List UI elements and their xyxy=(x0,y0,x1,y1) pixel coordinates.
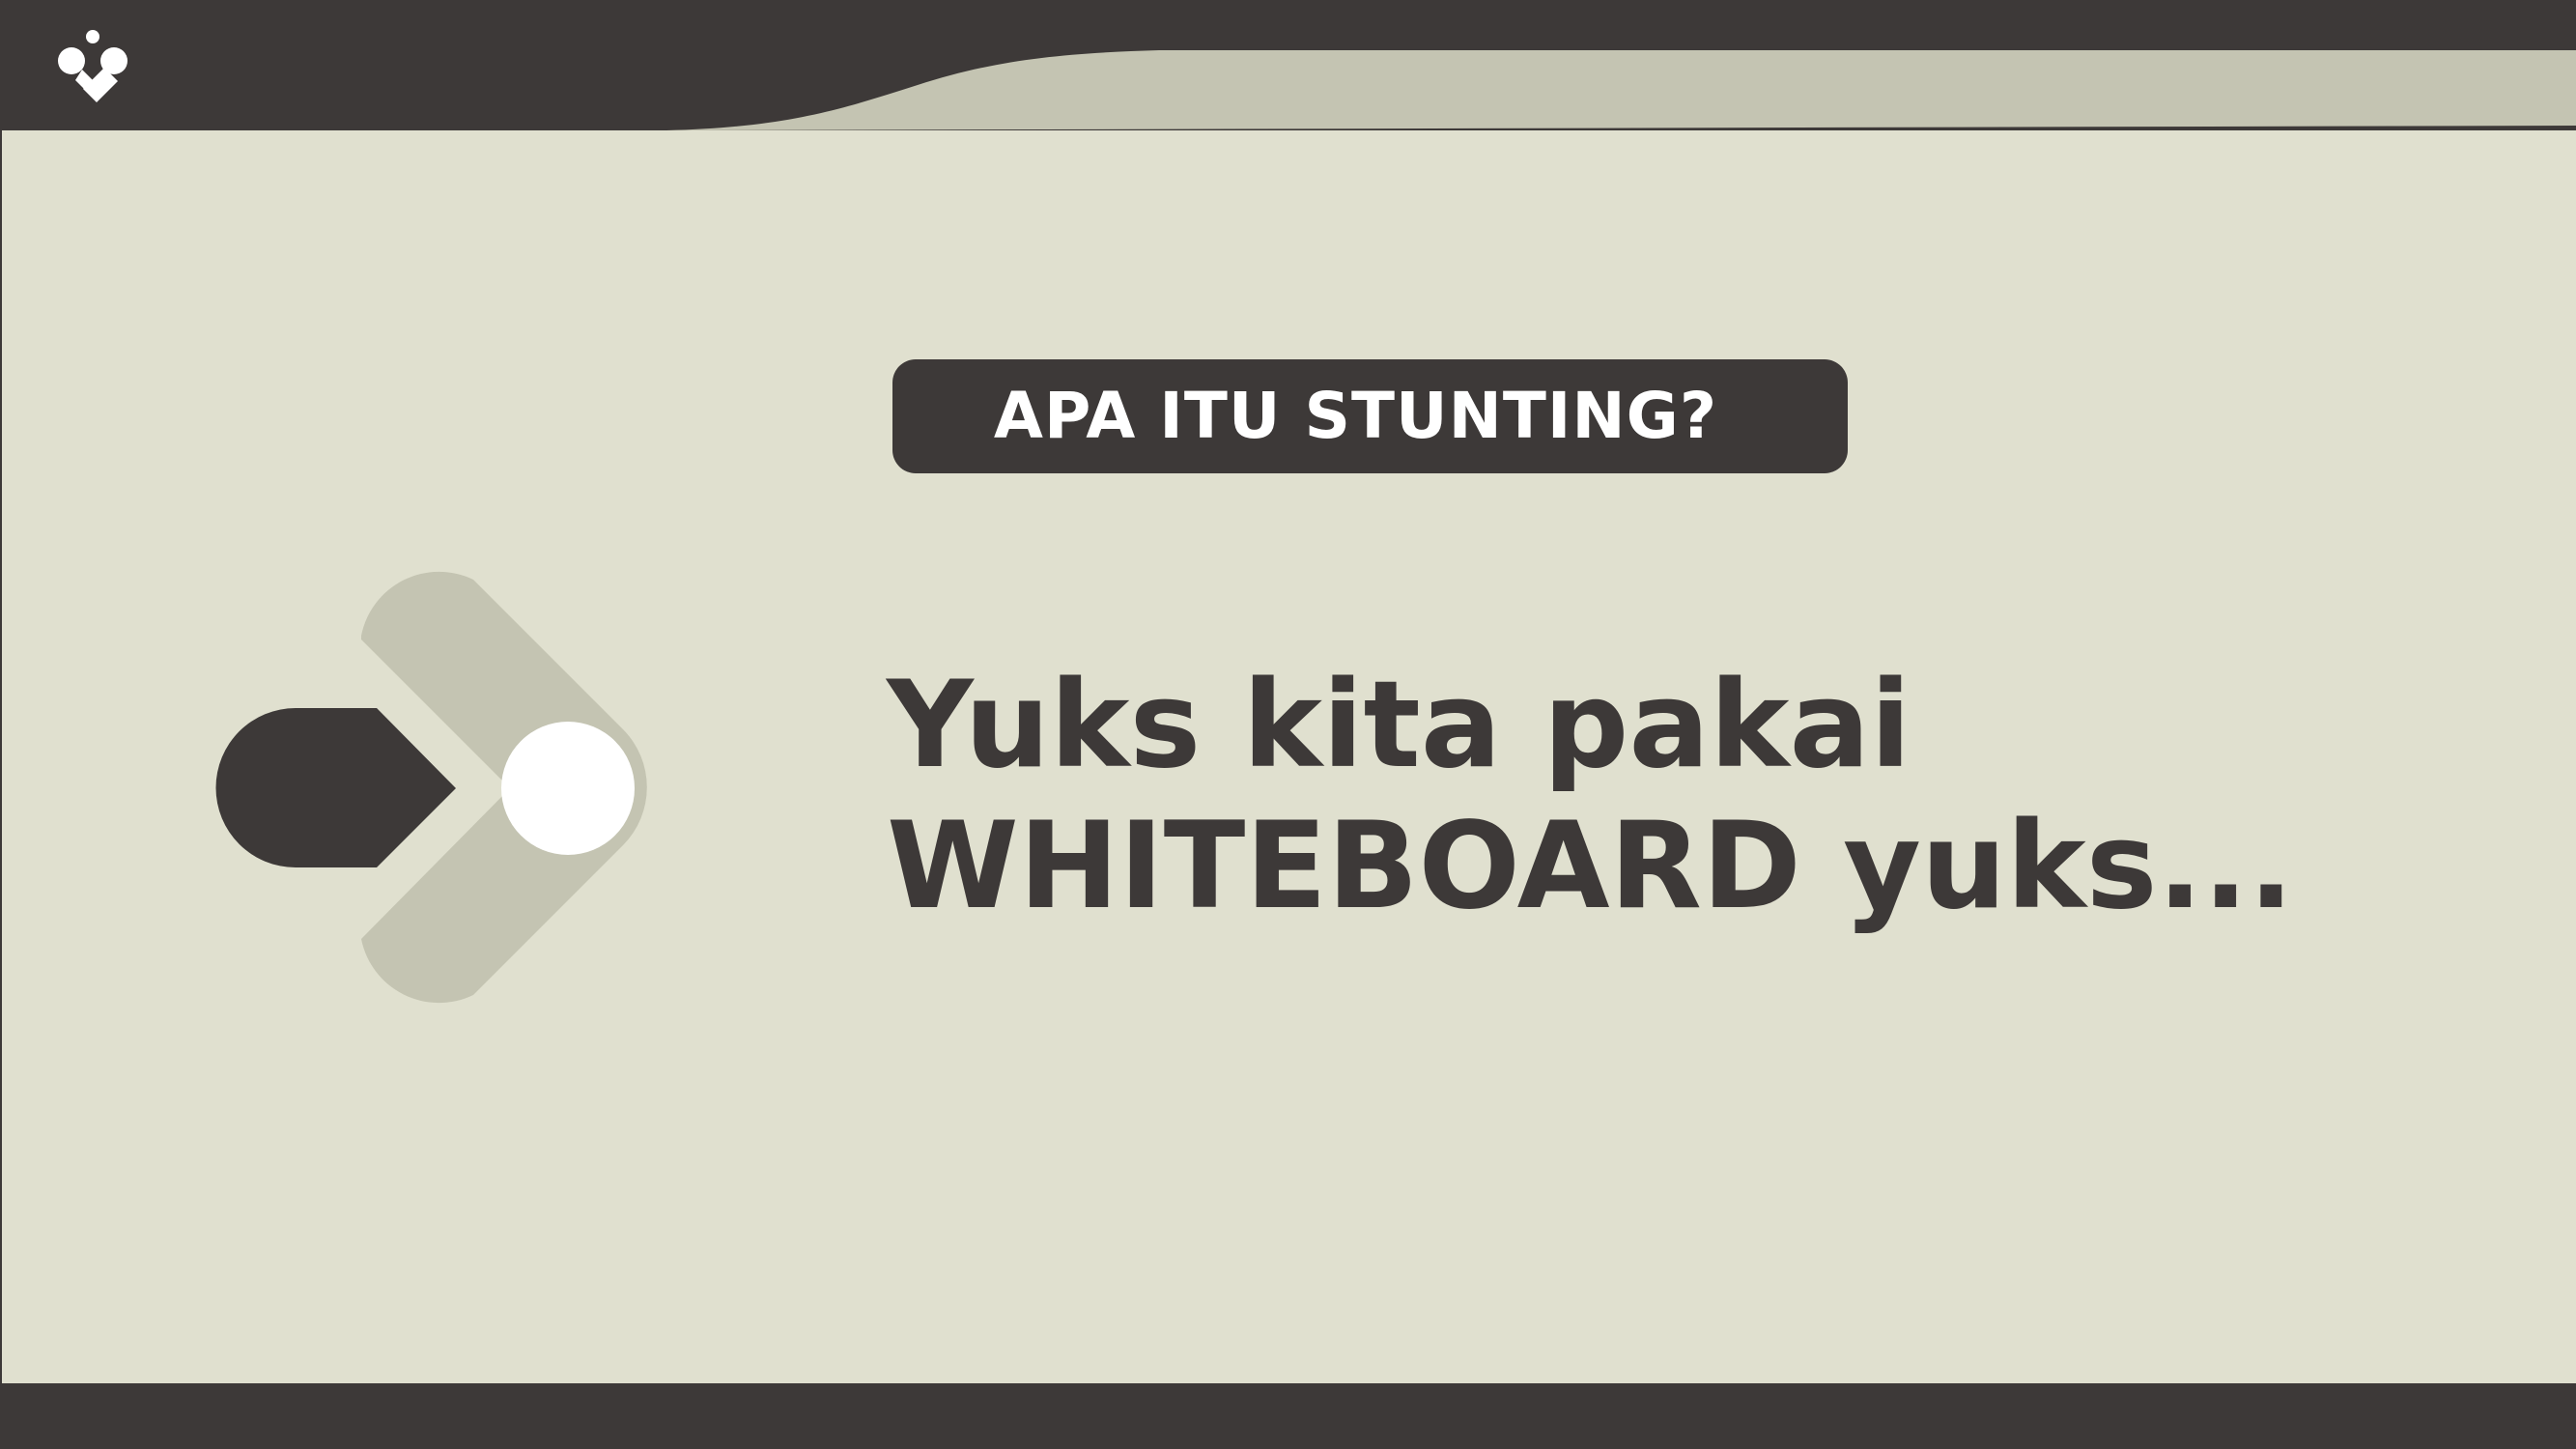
left-edge-line xyxy=(0,130,2,1383)
title-badge-text: APA ITU STUNTING? xyxy=(993,379,1718,453)
body-line-2: WHITEBOARD yuks... xyxy=(887,797,2294,936)
body-line-1: Yuks kita pakai xyxy=(887,656,1911,795)
arrow-chevron-graphic-icon xyxy=(215,571,647,1004)
presentation-slide: APA ITU STUNTING? Yuks kita pakai WHITEB… xyxy=(0,0,2576,1449)
footer-band xyxy=(0,1383,2576,1449)
body-text: Yuks kita pakai WHITEBOARD yuks... xyxy=(887,655,2335,937)
title-badge: APA ITU STUNTING? xyxy=(892,359,1848,473)
